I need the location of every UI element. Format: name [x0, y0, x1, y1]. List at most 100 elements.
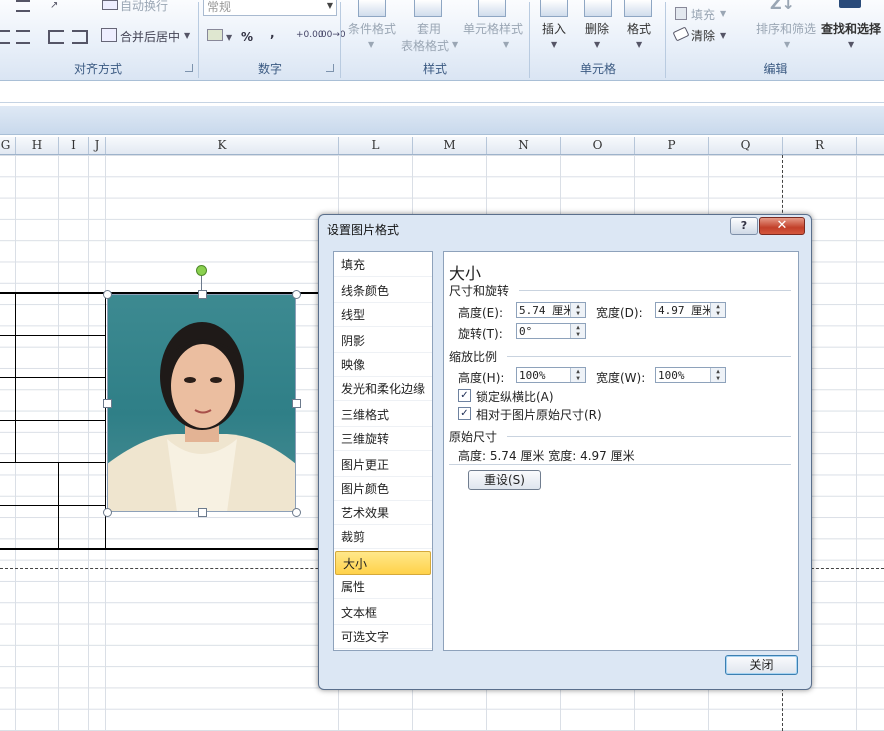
nav-item-properties[interactable]: 属性 [334, 575, 432, 599]
reset-button[interactable]: 重设(S) [468, 470, 541, 490]
column-header[interactable]: Q [709, 137, 783, 154]
delete-icon[interactable] [584, 0, 612, 17]
clear-dropdown-icon[interactable]: ▼ [720, 31, 726, 40]
resize-handle[interactable] [198, 290, 207, 299]
fill-icon[interactable] [675, 7, 687, 20]
column-header[interactable]: R [783, 137, 857, 154]
find-select-dropdown-icon[interactable]: ▼ [848, 40, 854, 49]
insert-icon[interactable] [540, 0, 568, 17]
nav-item-crop[interactable]: 裁剪 [334, 525, 432, 549]
merge-dropdown-icon[interactable]: ▼ [184, 31, 190, 40]
increase-indent-icon[interactable] [72, 30, 88, 44]
delete-dropdown-icon[interactable]: ▼ [594, 40, 600, 49]
column-header[interactable]: M [413, 137, 487, 154]
column-header[interactable]: H [16, 137, 59, 154]
nav-item-line-style[interactable]: 线型 [334, 303, 432, 327]
spin-arrows-icon[interactable]: ▲ ▼ [570, 324, 585, 338]
resize-handle[interactable] [103, 508, 112, 517]
cell-styles-button[interactable]: 单元格样式 [463, 20, 523, 37]
comma-button[interactable]: , [270, 26, 275, 40]
nav-item-3d-format[interactable]: 三维格式 [334, 403, 432, 427]
nav-item-picture-correction[interactable]: 图片更正 [334, 453, 432, 477]
sort-filter-dropdown-icon[interactable]: ▼ [784, 40, 790, 49]
fill-dropdown-icon[interactable]: ▼ [720, 9, 726, 18]
format-icon[interactable] [624, 0, 652, 17]
merge-center-button[interactable]: 合并后居中 [120, 28, 180, 45]
nav-item-artistic-effects[interactable]: 艺术效果 [334, 501, 432, 525]
column-header[interactable]: L [339, 137, 413, 154]
alignment-launcher-icon[interactable] [185, 64, 193, 72]
binoculars-icon[interactable] [839, 0, 861, 8]
align-left-icon[interactable] [0, 30, 10, 44]
table-format-button-line1[interactable]: 套用 [417, 20, 441, 37]
lock-aspect-checkbox[interactable]: ✓ [458, 389, 471, 402]
nav-item-textbox[interactable]: 文本框 [334, 601, 432, 625]
help-button[interactable]: ? [730, 217, 758, 235]
rotate-handle[interactable] [196, 265, 207, 276]
resize-handle[interactable] [103, 290, 112, 299]
formula-bar[interactable] [0, 84, 884, 103]
spin-arrows-icon[interactable]: ▲ ▼ [710, 303, 725, 317]
nav-item-3d-rotation[interactable]: 三维旋转 [334, 427, 432, 451]
resize-handle[interactable] [292, 399, 301, 408]
table-format-dropdown-icon[interactable]: ▼ [452, 40, 458, 49]
decrease-decimal-icon[interactable]: .00→0 [318, 30, 346, 40]
conditional-format-button[interactable]: 条件格式 [348, 20, 396, 37]
nav-item-picture-color[interactable]: 图片颜色 [334, 477, 432, 501]
close-x-icon[interactable]: ✕ [759, 217, 805, 235]
column-header[interactable]: J [89, 137, 106, 154]
percent-button[interactable]: % [241, 30, 253, 44]
column-header[interactable]: G [0, 137, 16, 154]
column-header[interactable]: P [635, 137, 709, 154]
fill-button[interactable]: 填充 [691, 6, 715, 23]
relative-original-checkbox[interactable]: ✓ [458, 407, 471, 420]
table-format-icon[interactable] [414, 0, 442, 17]
height-input[interactable]: 5.74 厘米 ▲ ▼ [516, 302, 586, 318]
resize-handle[interactable] [292, 290, 301, 299]
nav-item-glow[interactable]: 发光和柔化边缘 [334, 377, 432, 401]
insert-dropdown-icon[interactable]: ▼ [551, 40, 557, 49]
merge-center-icon[interactable] [101, 28, 117, 42]
wrap-text-button[interactable]: 自动换行 [120, 0, 168, 14]
currency-dropdown-icon[interactable]: ▼ [226, 33, 232, 42]
align-middle-icon[interactable] [16, 0, 30, 12]
table-format-button-line2[interactable]: 表格格式 [401, 37, 449, 54]
resize-handle[interactable] [198, 508, 207, 517]
spin-arrows-icon[interactable]: ▲ ▼ [710, 368, 725, 382]
insert-button[interactable]: 插入 [542, 20, 566, 37]
column-header[interactable]: O [561, 137, 635, 154]
orientation-icon[interactable]: ↗ [50, 0, 66, 11]
nav-item-reflection[interactable]: 映像 [334, 353, 432, 377]
align-right-icon[interactable] [16, 30, 30, 44]
conditional-format-icon[interactable] [358, 0, 386, 17]
column-header[interactable]: K [106, 137, 339, 154]
cond-format-dropdown-icon[interactable]: ▼ [368, 40, 374, 49]
cell-styles-icon[interactable] [478, 0, 506, 17]
resize-handle[interactable] [292, 508, 301, 517]
relative-original-label[interactable]: 相对于图片原始尺寸(R) [476, 406, 602, 423]
width-input[interactable]: 4.97 厘米 ▲ ▼ [655, 302, 726, 318]
find-select-button[interactable]: 查找和选择 [821, 20, 881, 37]
nav-item-size[interactable]: 大小 [335, 551, 431, 575]
spin-arrows-icon[interactable]: ▲ ▼ [570, 303, 585, 317]
nav-item-shadow[interactable]: 阴影 [334, 329, 432, 353]
column-header[interactable]: I [59, 137, 89, 154]
decrease-indent-icon[interactable] [48, 30, 64, 44]
close-button[interactable]: 关闭 [725, 655, 798, 675]
nav-item-fill[interactable]: 填充 [334, 253, 432, 277]
clear-button[interactable]: 清除 [691, 27, 715, 44]
spin-arrows-icon[interactable]: ▲ ▼ [570, 368, 585, 382]
rotation-input[interactable]: 0° ▲ ▼ [516, 323, 586, 339]
sort-filter-icon[interactable]: Z↓ [770, 0, 795, 13]
resize-handle[interactable] [103, 399, 112, 408]
number-launcher-icon[interactable] [326, 64, 334, 72]
number-format-select[interactable]: 常规 ▼ [203, 0, 337, 16]
lock-aspect-label[interactable]: 锁定纵横比(A) [476, 388, 554, 405]
chevron-down-icon[interactable]: ▼ [327, 1, 333, 10]
format-dropdown-icon[interactable]: ▼ [636, 40, 642, 49]
column-header[interactable]: N [487, 137, 561, 154]
nav-item-alt-text[interactable]: 可选文字 [334, 625, 432, 649]
eraser-icon[interactable] [672, 26, 690, 42]
wrap-text-icon[interactable] [102, 0, 118, 10]
nav-item-line-color[interactable]: 线条颜色 [334, 279, 432, 303]
